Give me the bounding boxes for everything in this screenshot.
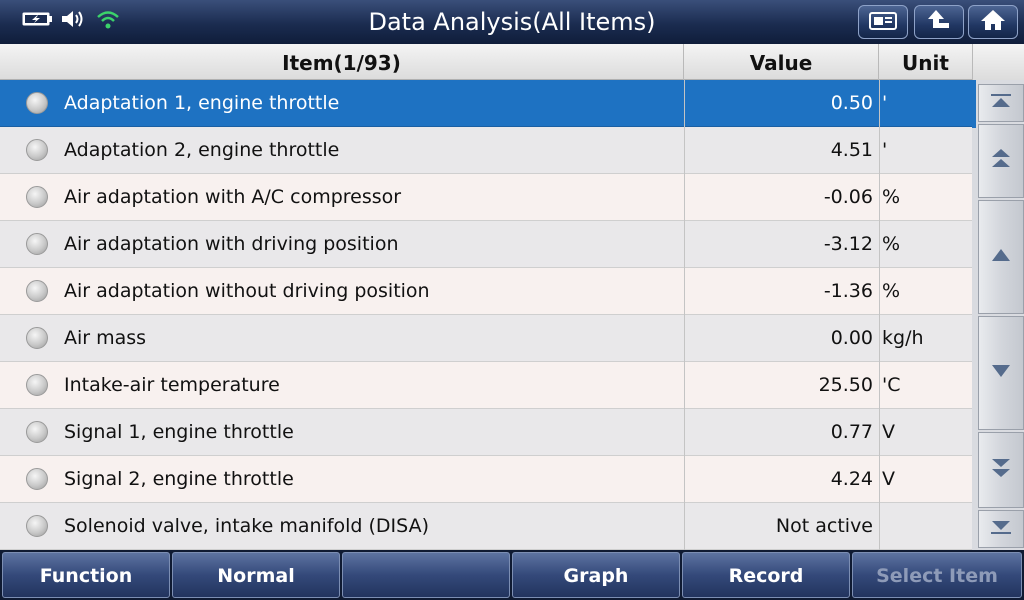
- scroll-top-icon: [989, 93, 1013, 113]
- page-up-button[interactable]: [978, 124, 1024, 198]
- table-header-spacer: [972, 44, 1024, 80]
- table-row[interactable]: Intake-air temperature 25.50 'C: [0, 362, 972, 409]
- graph-button[interactable]: Graph: [512, 552, 680, 598]
- table-row[interactable]: Signal 2, engine throttle 4.24 V: [0, 456, 972, 503]
- normal-button[interactable]: Normal: [172, 552, 340, 598]
- item-unit: %: [882, 280, 901, 302]
- page-down-button[interactable]: [978, 432, 1024, 508]
- function-button[interactable]: Function: [2, 552, 170, 598]
- item-unit: V: [882, 421, 895, 443]
- row-radio[interactable]: [26, 186, 48, 208]
- item-unit: ': [882, 139, 888, 161]
- line-down-icon: [989, 363, 1013, 383]
- line-up-icon: [989, 247, 1013, 267]
- page-down-icon: [989, 457, 1013, 483]
- table-row[interactable]: Air adaptation with A/C compressor -0.06…: [0, 174, 972, 221]
- row-radio[interactable]: [26, 468, 48, 490]
- back-icon: [925, 8, 953, 36]
- column-header-unit: Unit: [902, 51, 949, 75]
- home-button[interactable]: [968, 5, 1018, 39]
- item-name: Air mass: [64, 327, 147, 349]
- row-radio[interactable]: [26, 515, 48, 537]
- item-value: 0.00: [830, 327, 873, 349]
- row-radio[interactable]: [26, 374, 48, 396]
- item-name: Solenoid valve, intake manifold (DISA): [64, 515, 429, 537]
- item-unit: kg/h: [882, 327, 924, 349]
- line-down-button[interactable]: [978, 316, 1024, 430]
- row-radio[interactable]: [26, 327, 48, 349]
- item-value: 4.51: [830, 139, 873, 161]
- speaker-icon: [60, 8, 88, 34]
- item-name: Air adaptation with A/C compressor: [64, 186, 402, 208]
- item-unit: V: [882, 468, 895, 490]
- scroll-top-button[interactable]: [978, 84, 1024, 122]
- item-value: Not active: [775, 515, 873, 537]
- item-unit: ': [882, 92, 888, 114]
- item-value: 0.50: [830, 92, 873, 114]
- wifi-icon: [94, 8, 122, 34]
- item-value: 0.77: [830, 421, 873, 443]
- scroll-bottom-button[interactable]: [978, 510, 1024, 548]
- column-divider: [879, 80, 880, 550]
- table-row[interactable]: Signal 1, engine throttle 0.77 V: [0, 409, 972, 456]
- item-value: -1.36: [823, 280, 873, 302]
- bottom-toolbar: Function Normal Graph Record Select Item: [0, 550, 1024, 600]
- back-button[interactable]: [914, 5, 964, 39]
- item-unit: 'C: [882, 374, 901, 396]
- column-header-item: Item(1/93): [0, 44, 684, 80]
- table-row[interactable]: Adaptation 2, engine throttle 4.51 ': [0, 127, 972, 174]
- item-name: Signal 1, engine throttle: [64, 421, 294, 443]
- status-icons: [22, 9, 122, 33]
- item-value: 4.24: [830, 468, 873, 490]
- table-row[interactable]: Solenoid valve, intake manifold (DISA) N…: [0, 503, 972, 550]
- item-name: Adaptation 2, engine throttle: [64, 139, 340, 161]
- item-name: Air adaptation without driving position: [64, 280, 430, 302]
- print-screen-button[interactable]: [858, 5, 908, 39]
- empty-button[interactable]: [342, 552, 510, 598]
- title-bar: Data Analysis(All Items): [0, 0, 1024, 44]
- select-item-button[interactable]: Select Item: [852, 552, 1022, 598]
- table-row[interactable]: Air mass 0.00 kg/h: [0, 315, 972, 362]
- item-name: Intake-air temperature: [64, 374, 280, 396]
- line-up-button[interactable]: [978, 200, 1024, 314]
- item-name: Signal 2, engine throttle: [64, 468, 294, 490]
- table-row[interactable]: Air adaptation with driving position -3.…: [0, 221, 972, 268]
- scroll-position-indicator: [972, 80, 976, 128]
- table-row[interactable]: Adaptation 1, engine throttle 0.50 ': [0, 80, 972, 127]
- item-name: Air adaptation with driving position: [64, 233, 399, 255]
- scroll-panel: [972, 80, 1024, 550]
- page-up-icon: [989, 148, 1013, 174]
- row-radio[interactable]: [26, 421, 48, 443]
- item-unit: [882, 503, 970, 550]
- item-unit: %: [882, 233, 901, 255]
- column-header-value: Value: [684, 44, 879, 80]
- item-value: -0.06: [823, 186, 873, 208]
- item-name: Adaptation 1, engine throttle: [64, 92, 340, 114]
- row-radio[interactable]: [26, 92, 48, 114]
- item-value: -3.12: [823, 233, 873, 255]
- table-header: Item(1/93) Value Unit: [0, 44, 972, 80]
- item-value: 25.50: [818, 374, 873, 396]
- row-radio[interactable]: [26, 280, 48, 302]
- record-button[interactable]: Record: [682, 552, 850, 598]
- battery-icon: [22, 11, 54, 31]
- item-unit: %: [882, 186, 901, 208]
- table-row[interactable]: Air adaptation without driving position …: [0, 268, 972, 315]
- column-divider: [684, 80, 685, 550]
- home-icon: [979, 8, 1007, 36]
- scroll-bottom-icon: [989, 519, 1013, 539]
- row-radio[interactable]: [26, 139, 48, 161]
- row-radio[interactable]: [26, 233, 48, 255]
- data-list: Adaptation 1, engine throttle 0.50 ' Ada…: [0, 80, 972, 550]
- print-screen-icon: [868, 9, 898, 35]
